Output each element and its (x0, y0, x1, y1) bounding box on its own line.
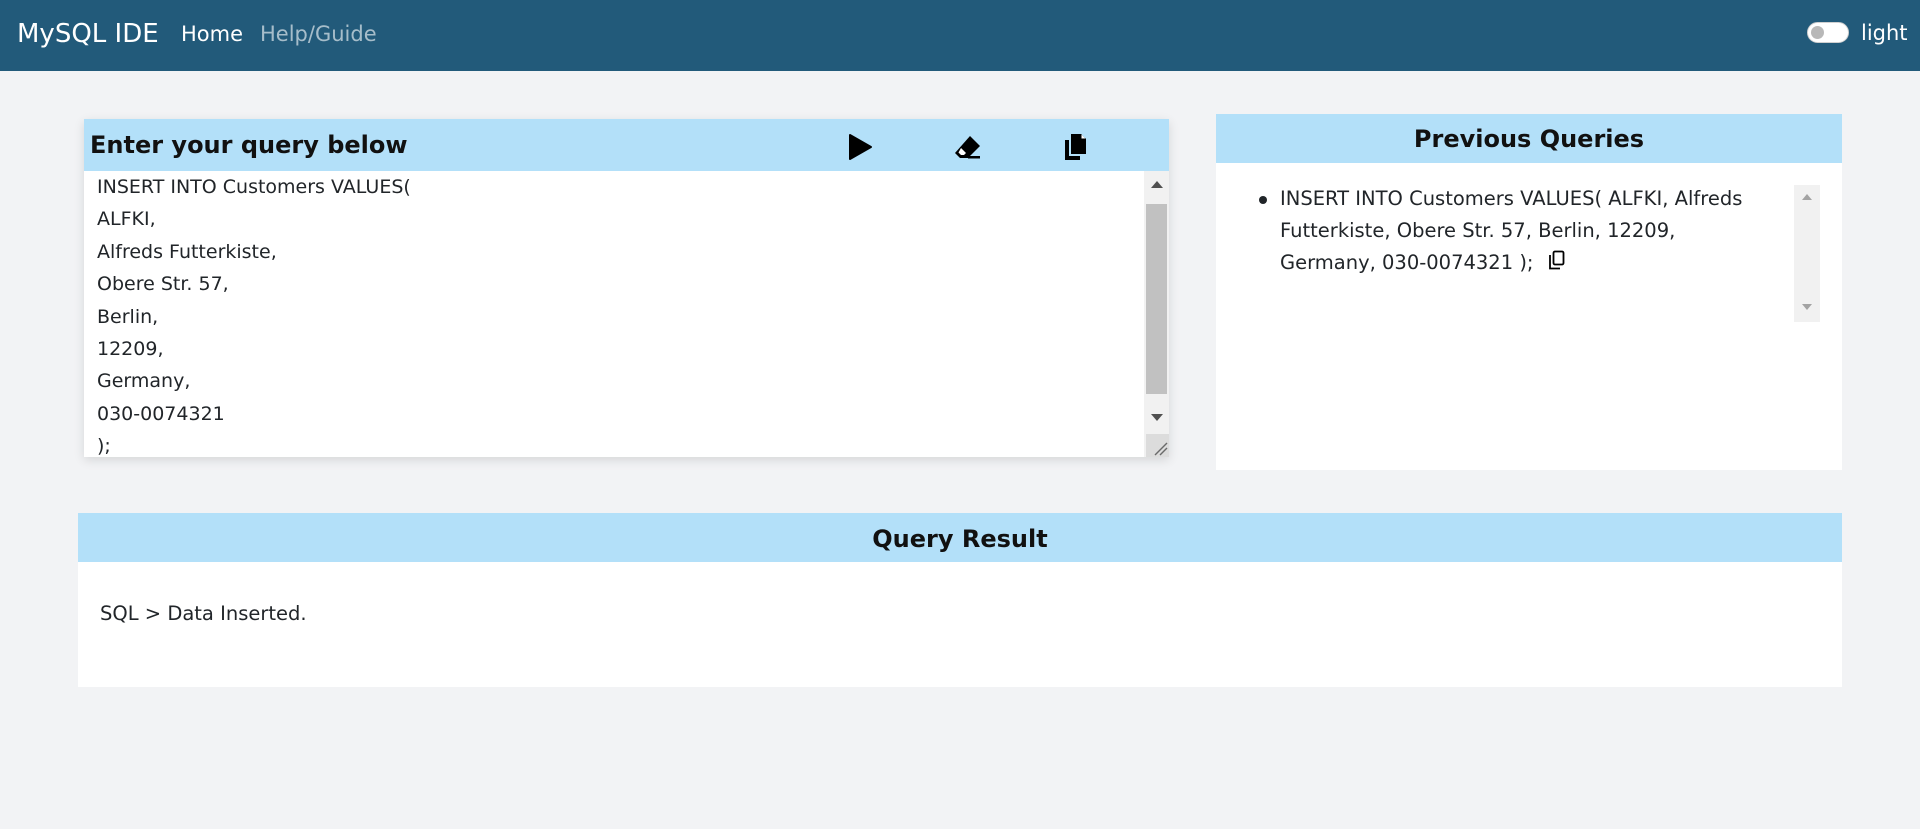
eraser-icon (955, 136, 980, 159)
clear-query-button[interactable] (953, 132, 983, 162)
copy-previous-query-button[interactable] (1548, 248, 1565, 280)
query-result-title: Query Result (872, 525, 1048, 553)
query-editor-title: Enter your query below (90, 131, 408, 159)
toggle-knob (1811, 26, 1824, 39)
theme-toggle-switch[interactable] (1807, 22, 1849, 43)
scroll-down-arrow-icon[interactable] (1802, 304, 1812, 310)
copy-query-button[interactable] (1060, 132, 1090, 162)
navbar: MySQL IDE Home Help/Guide light (0, 0, 1920, 71)
copy-icon (1065, 134, 1086, 160)
query-text[interactable]: INSERT INTO Customers VALUES( ALFKI, Alf… (97, 171, 1117, 457)
scroll-up-arrow-icon[interactable] (1802, 194, 1812, 200)
scroll-down-arrow-icon[interactable] (1151, 414, 1163, 421)
previous-queries-title: Previous Queries (1413, 125, 1645, 153)
previous-queries-header: Previous Queries (1216, 114, 1842, 163)
previous-queries-list: INSERT INTO Customers VALUES( ALFKI, Alf… (1216, 163, 1842, 470)
query-result-panel: Query Result SQL > Data Inserted. (78, 513, 1842, 687)
previous-queries-scrollbar[interactable] (1794, 185, 1820, 322)
nav-link-home[interactable]: Home (181, 21, 243, 47)
copy-icon (1548, 250, 1564, 269)
brand-title[interactable]: MySQL IDE (17, 18, 159, 50)
nav-link-help-guide[interactable]: Help/Guide (260, 21, 377, 47)
previous-query-text[interactable]: INSERT INTO Customers VALUES( ALFKI, Alf… (1280, 187, 1742, 274)
query-editor-panel: Enter your query below INSERT INTO Custo… (84, 119, 1169, 457)
query-editor-header: Enter your query below (84, 119, 1169, 171)
list-item[interactable]: INSERT INTO Customers VALUES( ALFKI, Alf… (1259, 183, 1770, 280)
previous-queries-panel: Previous Queries INSERT INTO Customers V… (1216, 114, 1842, 470)
resize-grip-icon (1154, 442, 1168, 456)
query-scrollbar[interactable] (1144, 171, 1169, 457)
scroll-thumb[interactable] (1146, 204, 1167, 394)
query-result-message: SQL > Data Inserted. (100, 602, 307, 625)
query-textarea[interactable]: INSERT INTO Customers VALUES( ALFKI, Alf… (84, 171, 1169, 457)
theme-label: light (1861, 21, 1908, 45)
bullet (1259, 196, 1267, 204)
query-result-header: Query Result (78, 513, 1842, 562)
scroll-up-arrow-icon[interactable] (1151, 181, 1163, 188)
run-query-button[interactable] (845, 132, 875, 162)
resize-handle[interactable] (1146, 434, 1169, 457)
play-icon (849, 134, 872, 160)
